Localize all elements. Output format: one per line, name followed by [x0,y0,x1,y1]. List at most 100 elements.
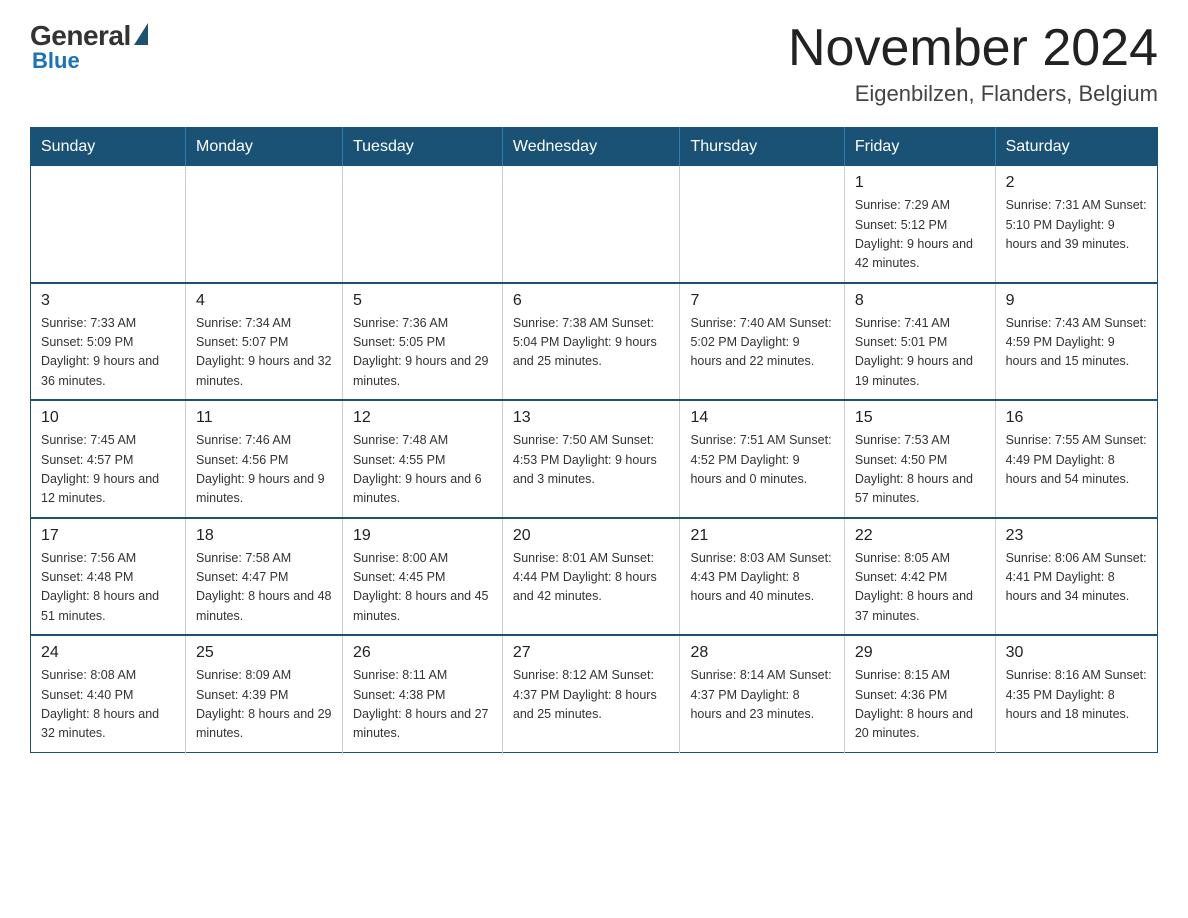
calendar-cell: 4Sunrise: 7:34 AM Sunset: 5:07 PM Daylig… [185,283,342,401]
day-number: 3 [41,292,175,310]
calendar-cell: 19Sunrise: 8:00 AM Sunset: 4:45 PM Dayli… [342,518,502,636]
month-title: November 2024 [788,20,1158,77]
day-info: Sunrise: 7:31 AM Sunset: 5:10 PM Dayligh… [1006,196,1147,254]
day-info: Sunrise: 7:50 AM Sunset: 4:53 PM Dayligh… [513,431,670,489]
calendar-cell: 15 Sunrise: 7:53 AM Sunset: 4:50 PM Dayli… [844,400,995,518]
day-info: Sunrise: 8:01 AM Sunset: 4:44 PM Dayligh… [513,549,670,607]
day-number: 30 [1006,644,1147,662]
location-text: Eigenbilzen, Flanders, Belgium [788,81,1158,107]
day-number: 20 [513,527,670,545]
calendar-table: SundayMondayTuesdayWednesdayThursdayFrid… [30,127,1158,753]
day-info: Sunrise: 7:58 AM Sunset: 4:47 PM Dayligh… [196,549,332,627]
day-info: Sunrise: 8:09 AM Sunset: 4:39 PM Dayligh… [196,666,332,744]
day-number: 22 [855,527,985,545]
page-header: General Blue November 2024 Eigenbilzen, … [30,20,1158,107]
header-friday: Friday [844,128,995,167]
calendar-cell: 18Sunrise: 7:58 AM Sunset: 4:47 PM Dayli… [185,518,342,636]
day-number: 23 [1006,527,1147,545]
header-thursday: Thursday [680,128,844,167]
calendar-cell: 25 Sunrise: 8:09 AM Sunset: 4:39 PM Dayli… [185,635,342,752]
day-number: 10 [41,409,175,427]
day-info: Sunrise: 7:45 AM Sunset: 4:57 PM Dayligh… [41,431,175,509]
day-info: Sunrise: 7:43 AM Sunset: 4:59 PM Dayligh… [1006,314,1147,372]
day-info: Sunrise: 8:03 AM Sunset: 4:43 PM Dayligh… [690,549,833,607]
calendar-cell [185,166,342,283]
calendar-cell: 5Sunrise: 7:36 AM Sunset: 5:05 PM Daylig… [342,283,502,401]
calendar-cell: 1 Sunrise: 7:29 AM Sunset: 5:12 PM Daylig… [844,166,995,283]
calendar-cell: 6 Sunrise: 7:38 AM Sunset: 5:04 PM Daylig… [502,283,680,401]
header-sunday: Sunday [31,128,186,167]
calendar-week-row: 3Sunrise: 7:33 AM Sunset: 5:09 PM Daylig… [31,283,1158,401]
day-info: Sunrise: 7:55 AM Sunset: 4:49 PM Dayligh… [1006,431,1147,489]
day-info: Sunrise: 7:56 AM Sunset: 4:48 PM Dayligh… [41,549,175,627]
day-info: Sunrise: 8:12 AM Sunset: 4:37 PM Dayligh… [513,666,670,724]
day-number: 16 [1006,409,1147,427]
calendar-week-row: 1 Sunrise: 7:29 AM Sunset: 5:12 PM Daylig… [31,166,1158,283]
calendar-header-row: SundayMondayTuesdayWednesdayThursdayFrid… [31,128,1158,167]
day-number: 6 [513,292,670,310]
calendar-week-row: 17 Sunrise: 7:56 AM Sunset: 4:48 PM Dayli… [31,518,1158,636]
day-number: 1 [855,174,985,192]
header-wednesday: Wednesday [502,128,680,167]
calendar-cell: 17 Sunrise: 7:56 AM Sunset: 4:48 PM Dayli… [31,518,186,636]
day-number: 17 [41,527,175,545]
calendar-cell: 11 Sunrise: 7:46 AM Sunset: 4:56 PM Dayli… [185,400,342,518]
calendar-cell: 12 Sunrise: 7:48 AM Sunset: 4:55 PM Dayli… [342,400,502,518]
day-info: Sunrise: 8:16 AM Sunset: 4:35 PM Dayligh… [1006,666,1147,724]
day-info: Sunrise: 7:53 AM Sunset: 4:50 PM Dayligh… [855,431,985,509]
day-info: Sunrise: 7:46 AM Sunset: 4:56 PM Dayligh… [196,431,332,509]
calendar-cell: 16 Sunrise: 7:55 AM Sunset: 4:49 PM Dayli… [995,400,1157,518]
day-info: Sunrise: 7:38 AM Sunset: 5:04 PM Dayligh… [513,314,670,372]
day-info: Sunrise: 7:41 AM Sunset: 5:01 PM Dayligh… [855,314,985,392]
day-number: 12 [353,409,492,427]
calendar-cell: 20 Sunrise: 8:01 AM Sunset: 4:44 PM Dayli… [502,518,680,636]
calendar-week-row: 10 Sunrise: 7:45 AM Sunset: 4:57 PM Dayli… [31,400,1158,518]
day-info: Sunrise: 7:51 AM Sunset: 4:52 PM Dayligh… [690,431,833,489]
day-number: 11 [196,409,332,427]
logo: General Blue [30,20,148,74]
header-tuesday: Tuesday [342,128,502,167]
day-info: Sunrise: 7:40 AM Sunset: 5:02 PM Dayligh… [690,314,833,372]
calendar-cell: 7 Sunrise: 7:40 AM Sunset: 5:02 PM Daylig… [680,283,844,401]
day-number: 9 [1006,292,1147,310]
logo-blue-text: Blue [32,48,80,74]
calendar-cell: 3Sunrise: 7:33 AM Sunset: 5:09 PM Daylig… [31,283,186,401]
header-saturday: Saturday [995,128,1157,167]
day-number: 13 [513,409,670,427]
day-info: Sunrise: 8:06 AM Sunset: 4:41 PM Dayligh… [1006,549,1147,607]
calendar-cell: 26Sunrise: 8:11 AM Sunset: 4:38 PM Dayli… [342,635,502,752]
calendar-cell: 27Sunrise: 8:12 AM Sunset: 4:37 PM Dayli… [502,635,680,752]
day-number: 8 [855,292,985,310]
calendar-cell: 28 Sunrise: 8:14 AM Sunset: 4:37 PM Dayli… [680,635,844,752]
calendar-cell: 22 Sunrise: 8:05 AM Sunset: 4:42 PM Dayli… [844,518,995,636]
day-number: 14 [690,409,833,427]
day-info: Sunrise: 8:14 AM Sunset: 4:37 PM Dayligh… [690,666,833,724]
day-number: 15 [855,409,985,427]
day-number: 28 [690,644,833,662]
calendar-cell: 30 Sunrise: 8:16 AM Sunset: 4:35 PM Dayli… [995,635,1157,752]
day-number: 7 [690,292,833,310]
day-info: Sunrise: 7:29 AM Sunset: 5:12 PM Dayligh… [855,196,985,274]
calendar-cell: 21Sunrise: 8:03 AM Sunset: 4:43 PM Dayli… [680,518,844,636]
calendar-week-row: 24 Sunrise: 8:08 AM Sunset: 4:40 PM Dayli… [31,635,1158,752]
day-info: Sunrise: 7:34 AM Sunset: 5:07 PM Dayligh… [196,314,332,392]
calendar-cell [680,166,844,283]
day-number: 5 [353,292,492,310]
day-number: 29 [855,644,985,662]
calendar-cell: 2 Sunrise: 7:31 AM Sunset: 5:10 PM Daylig… [995,166,1157,283]
day-number: 24 [41,644,175,662]
calendar-cell [31,166,186,283]
day-info: Sunrise: 8:05 AM Sunset: 4:42 PM Dayligh… [855,549,985,627]
title-section: November 2024 Eigenbilzen, Flanders, Bel… [788,20,1158,107]
day-number: 2 [1006,174,1147,192]
day-info: Sunrise: 8:08 AM Sunset: 4:40 PM Dayligh… [41,666,175,744]
day-number: 25 [196,644,332,662]
day-number: 19 [353,527,492,545]
calendar-cell [502,166,680,283]
calendar-cell: 10 Sunrise: 7:45 AM Sunset: 4:57 PM Dayli… [31,400,186,518]
calendar-cell: 9 Sunrise: 7:43 AM Sunset: 4:59 PM Daylig… [995,283,1157,401]
day-info: Sunrise: 7:48 AM Sunset: 4:55 PM Dayligh… [353,431,492,509]
logo-triangle-icon [134,23,148,45]
calendar-cell: 24 Sunrise: 8:08 AM Sunset: 4:40 PM Dayli… [31,635,186,752]
calendar-cell: 14 Sunrise: 7:51 AM Sunset: 4:52 PM Dayli… [680,400,844,518]
